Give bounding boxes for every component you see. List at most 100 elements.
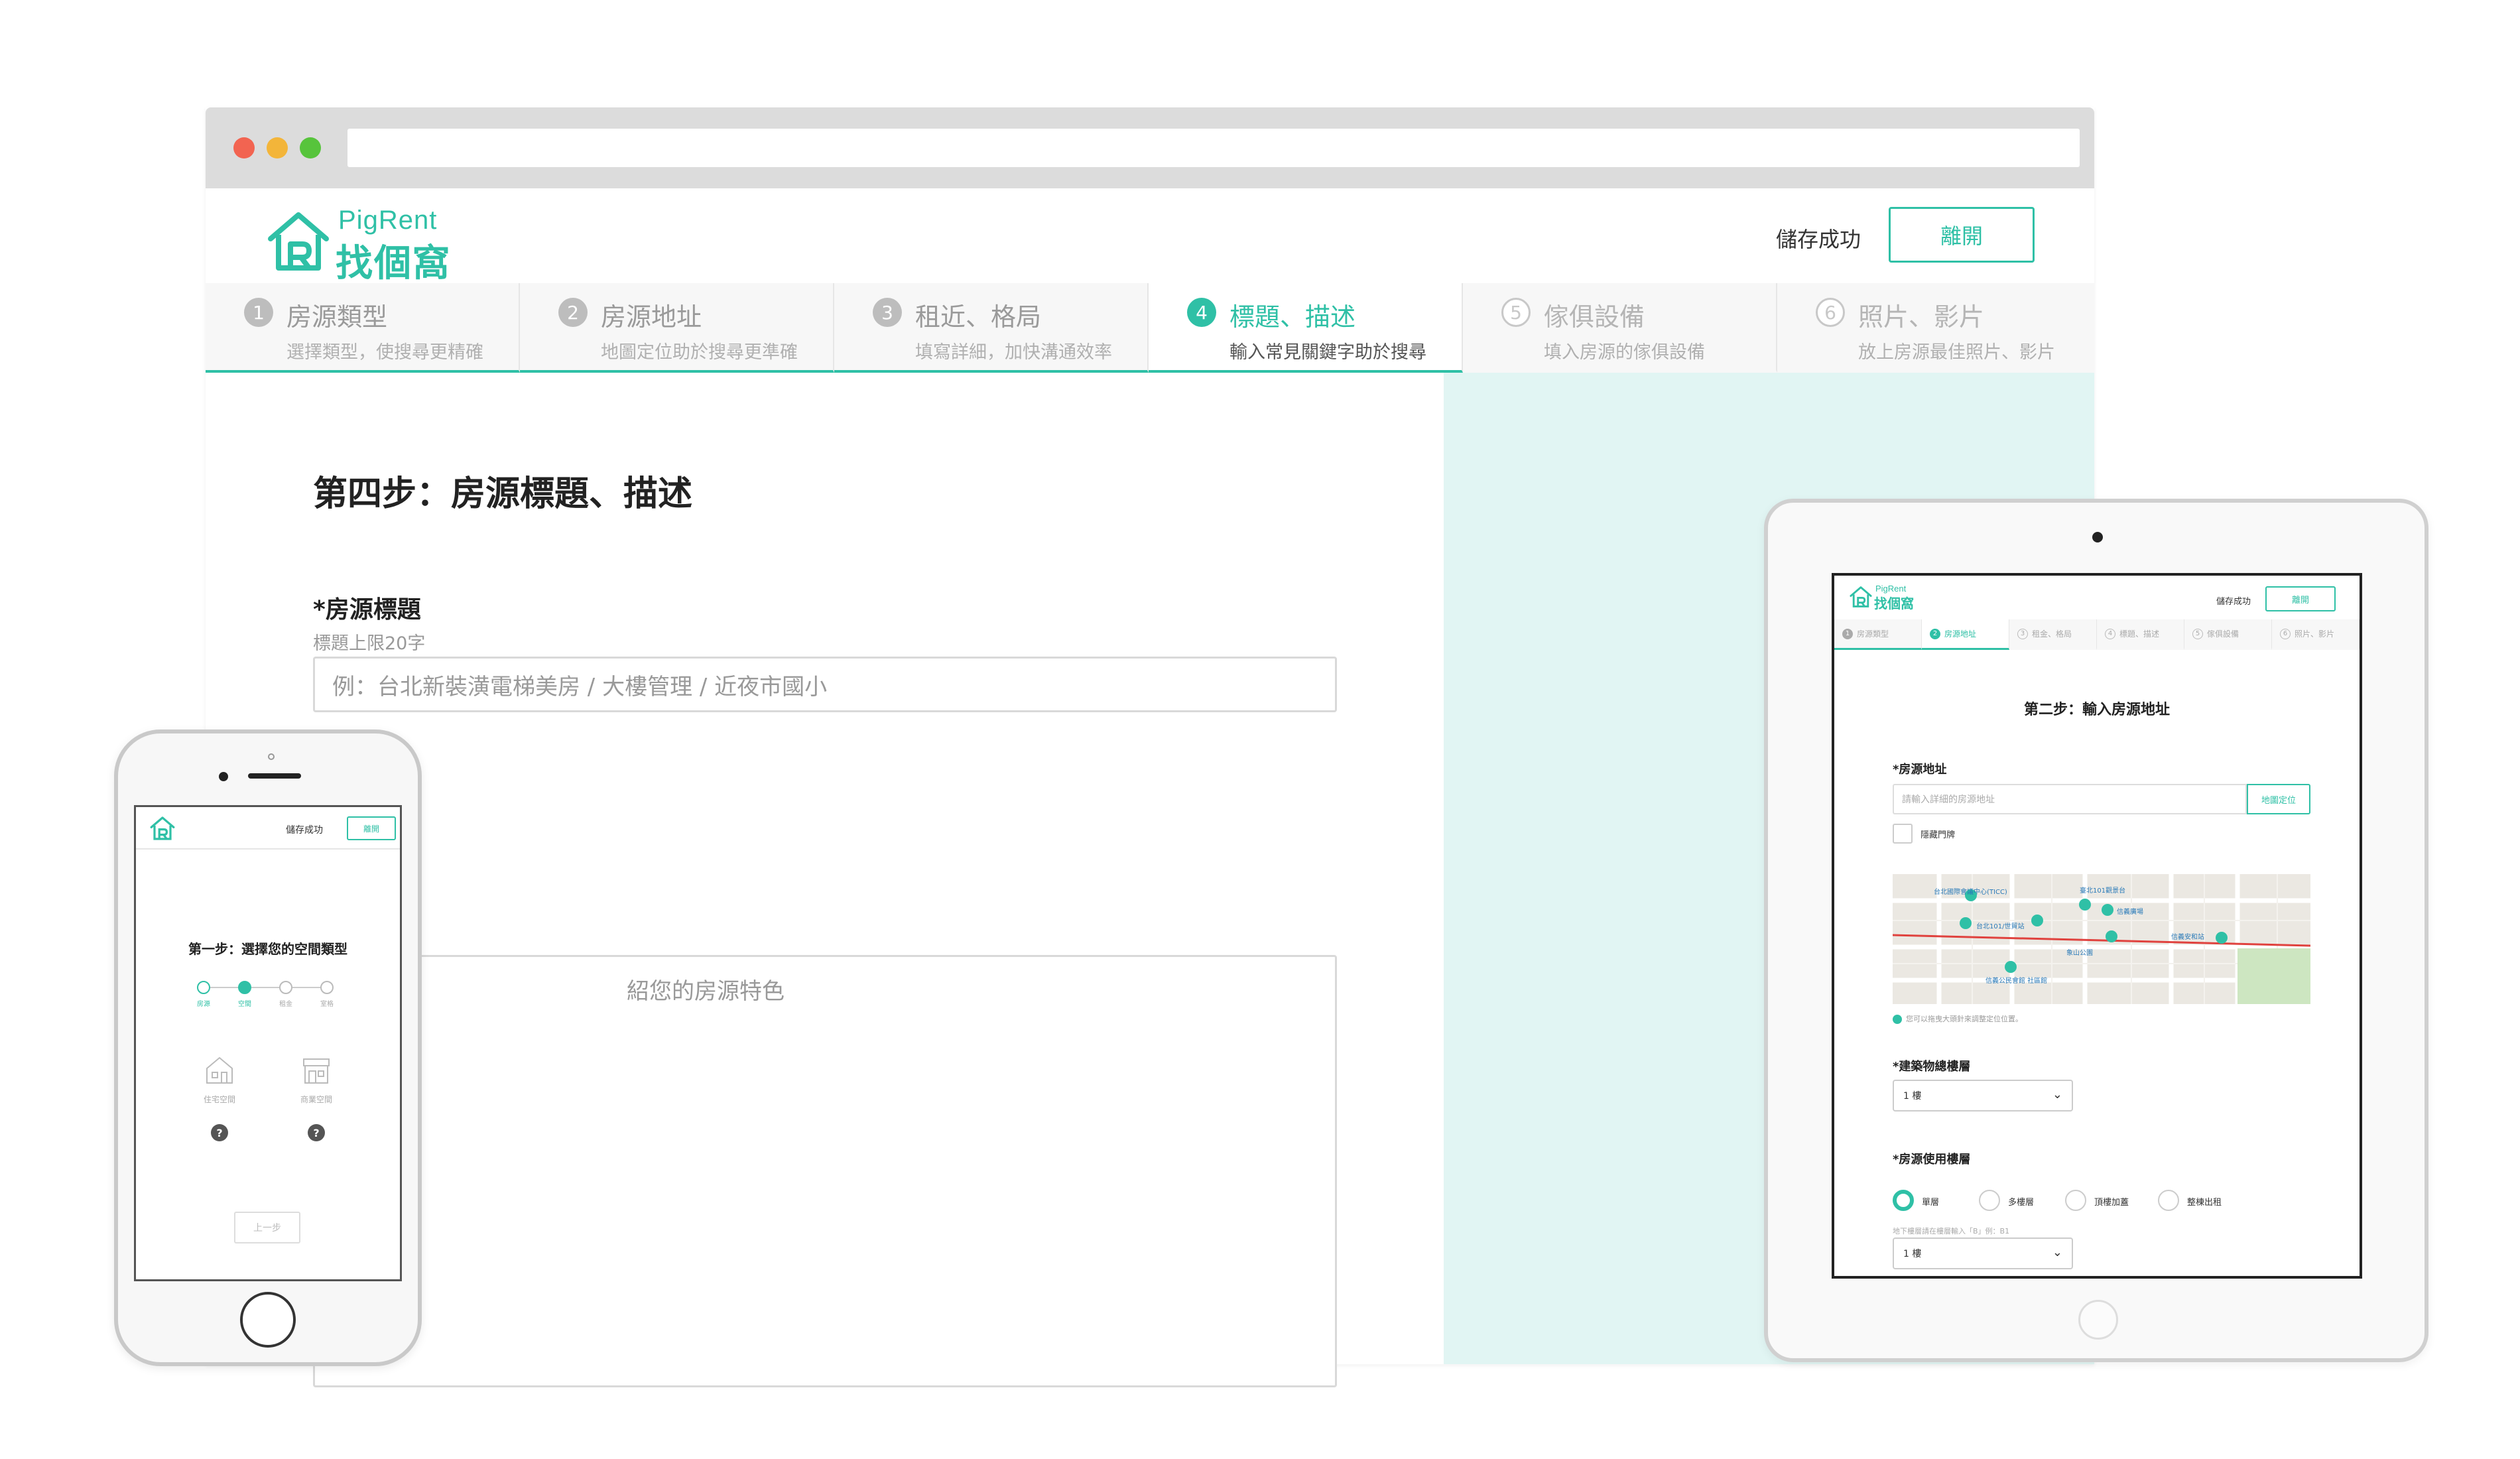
step-1-property-type[interactable]: 1 房源類型 (1834, 619, 1922, 650)
step-title: 傢俱設備 (1544, 302, 1645, 332)
use-floor-label: *房源使用樓層 (1893, 1153, 1971, 1167)
step-5-furniture[interactable]: 5 傢俱設備 (2184, 619, 2272, 650)
radio-label: 單層 (1922, 1198, 1940, 1208)
leave-button[interactable]: 離開 (347, 816, 396, 840)
leave-button[interactable]: 離開 (2265, 586, 2336, 611)
step-2-address[interactable]: 2 房源地址 地圖定位助於搜尋更準確 (520, 283, 834, 373)
chevron-down-icon: ⌄ (2052, 1245, 2062, 1259)
residential-space-option[interactable]: 住宅空間 (186, 1054, 253, 1105)
step-number: 5 (1501, 298, 1531, 327)
step-navigation: 1 房源類型 選擇類型，使搜尋更精確 2 房源地址 地圖定位助於搜尋更準確 3 … (206, 283, 2094, 373)
home-button[interactable] (2078, 1300, 2118, 1340)
pigrent-logo[interactable]: PigRent 找個窩 (1849, 584, 1914, 611)
tablet-screen: PigRent 找個窩 儲存成功 離開 1 房源類型 2 房源地址 3 租金、格局 4… (1832, 573, 2362, 1279)
step-4-title-description[interactable]: 4 標題、描述 輸入常見關鍵字助於搜尋 (1149, 283, 1463, 373)
basement-hint: 地下樓層請在樓層輸入「B」例：B1 (1893, 1227, 2010, 1236)
step-1-property-type[interactable]: 1 房源類型 選擇類型，使搜尋更精確 (206, 283, 520, 373)
step-6-photos[interactable]: 6 照片、影片 (2272, 619, 2360, 650)
progress-label: 空間 (238, 1001, 251, 1008)
step-desc: 輸入常見關鍵字助於搜尋 (1229, 342, 1426, 363)
map-locate-button[interactable]: 地圖定位 (2247, 784, 2310, 814)
step-navigation: 1 房源類型 2 房源地址 3 租金、格局 4 標題、描述 5 傢俱設備 6 照片、影片 (1834, 619, 2360, 650)
save-status: 儲存成功 (1775, 227, 1861, 252)
select-value: 1 樓 (1903, 1249, 1922, 1259)
step-title: 房源地址 (601, 302, 702, 332)
use-floor-select[interactable]: 1 樓 ⌄ (1893, 1237, 2073, 1269)
help-icon[interactable]: ? (308, 1124, 325, 1141)
map-label: 台北國際會議中心(TICC) (1934, 889, 2007, 896)
title-field-label: *房源標題 (313, 596, 421, 623)
step-number: 1 (1842, 628, 1853, 639)
step-number: 4 (1187, 298, 1216, 327)
step-6-photos[interactable]: 6 照片、影片 放上房源最佳照片、影片 (1777, 283, 2092, 373)
step-title: 標題、描述 (1229, 302, 1356, 332)
page-title: 第二步：輸入房源地址 (2023, 702, 2170, 718)
step-title: 房源地址 (1944, 629, 1977, 639)
step-number: 6 (1816, 298, 1845, 327)
radio-icon (2065, 1190, 2086, 1211)
step-desc: 放上房源最佳照片、影片 (1858, 342, 2055, 363)
map-note: 您可以拖曳大頭針來調整定位位置。 (1893, 1013, 2023, 1024)
help-icon[interactable]: ? (211, 1124, 228, 1141)
step-2-address[interactable]: 2 房源地址 (1922, 619, 2009, 650)
address-map[interactable]: 台北國際會議中心(TICC) 臺北101觀景台 信義廣場 台北101/世貿站 信… (1893, 874, 2310, 1004)
option-label: 商業空間 (300, 1095, 332, 1104)
address-input[interactable]: 請輸入詳細的房源地址 (1893, 784, 2247, 814)
map-label: 信義安和站 (2171, 934, 2204, 941)
logo-text-zh: 找個窩 (336, 242, 451, 285)
step-title: 照片、影片 (2295, 629, 2335, 639)
step-desc: 地圖定位助於搜尋更準確 (601, 342, 798, 363)
previous-step-button[interactable]: 上一步 (234, 1212, 300, 1243)
step-5-furniture[interactable]: 5 傢俱設備 填入房源的傢俱設備 (1463, 283, 1777, 373)
step-number: 1 (244, 298, 273, 327)
house-logo-icon[interactable] (149, 815, 176, 842)
option-label: 住宅空間 (203, 1095, 235, 1104)
progress-line (292, 987, 322, 988)
radio-icon (1893, 1190, 1914, 1211)
step-title: 租金、格局 (2032, 629, 2072, 639)
info-icon (1893, 1015, 1902, 1024)
step-number: 3 (873, 298, 902, 327)
title-input[interactable]: 例：台北新裝潢電梯美房 / 大樓管理 / 近夜市國小 (313, 657, 1337, 712)
phone-mockup: 儲存成功 離開 第一步：選擇您的空間類型 房源 空間 租金 室格 住宅空間 商業… (114, 730, 422, 1366)
leave-button[interactable]: 離開 (1889, 207, 2035, 263)
map-label: 臺北101觀景台 (2080, 887, 2126, 895)
save-status: 儲存成功 (286, 825, 323, 836)
commercial-space-option[interactable]: 商業空間 (283, 1054, 349, 1105)
step-number: 4 (2105, 628, 2115, 639)
step-title: 照片、影片 (1858, 302, 1985, 332)
step-3-rent-layout[interactable]: 3 租金、格局 (2009, 619, 2097, 650)
progress-label: 租金 (279, 1001, 292, 1008)
page-title: 第四步：房源標題、描述 (313, 474, 693, 514)
pigrent-logo[interactable]: PigRent 找個窩 (265, 204, 458, 285)
step-title: 房源類型 (286, 302, 388, 332)
address-field-label: *房源地址 (1893, 763, 1947, 777)
maximize-window-button[interactable] (300, 137, 321, 159)
title-field-hint: 標題上限20字 (313, 633, 426, 654)
progress-node-done (197, 981, 210, 994)
hide-number-checkbox[interactable] (1893, 824, 1913, 844)
tablet-header: PigRent 找個窩 儲存成功 離開 (1834, 576, 2360, 619)
map-label: 信義公民會館 社區館 (1985, 978, 2048, 985)
progress-line (210, 987, 239, 988)
description-textarea[interactable]: 紹您的房源特色 (313, 955, 1337, 1387)
step-number: 2 (1930, 628, 1940, 639)
minimize-window-button[interactable] (267, 137, 288, 159)
house-logo-icon (1850, 586, 1872, 607)
radio-label: 頂樓加蓋 (2094, 1198, 2129, 1208)
address-bar[interactable] (347, 129, 2080, 167)
chevron-down-icon: ⌄ (2052, 1088, 2062, 1102)
step-desc: 填寫詳細，加快溝通效率 (915, 342, 1112, 363)
step-4-title-description[interactable]: 4 標題、描述 (2097, 619, 2184, 650)
total-floors-select[interactable]: 1 樓 ⌄ (1893, 1080, 2073, 1111)
step-title: 房源類型 (1857, 629, 1889, 639)
save-status: 儲存成功 (2216, 597, 2251, 607)
radio-label: 多樓層 (2008, 1198, 2035, 1208)
step-title: 標題、描述 (2119, 629, 2160, 639)
step-3-rent-layout[interactable]: 3 租近、格局 填寫詳細，加快溝通效率 (834, 283, 1149, 373)
close-window-button[interactable] (233, 137, 255, 159)
logo-text-zh: 找個窩 (1874, 596, 1914, 611)
map-label: 象山公園 (2066, 950, 2093, 957)
home-button[interactable] (240, 1292, 296, 1348)
hide-number-label: 隱藏門牌 (1921, 830, 1956, 840)
